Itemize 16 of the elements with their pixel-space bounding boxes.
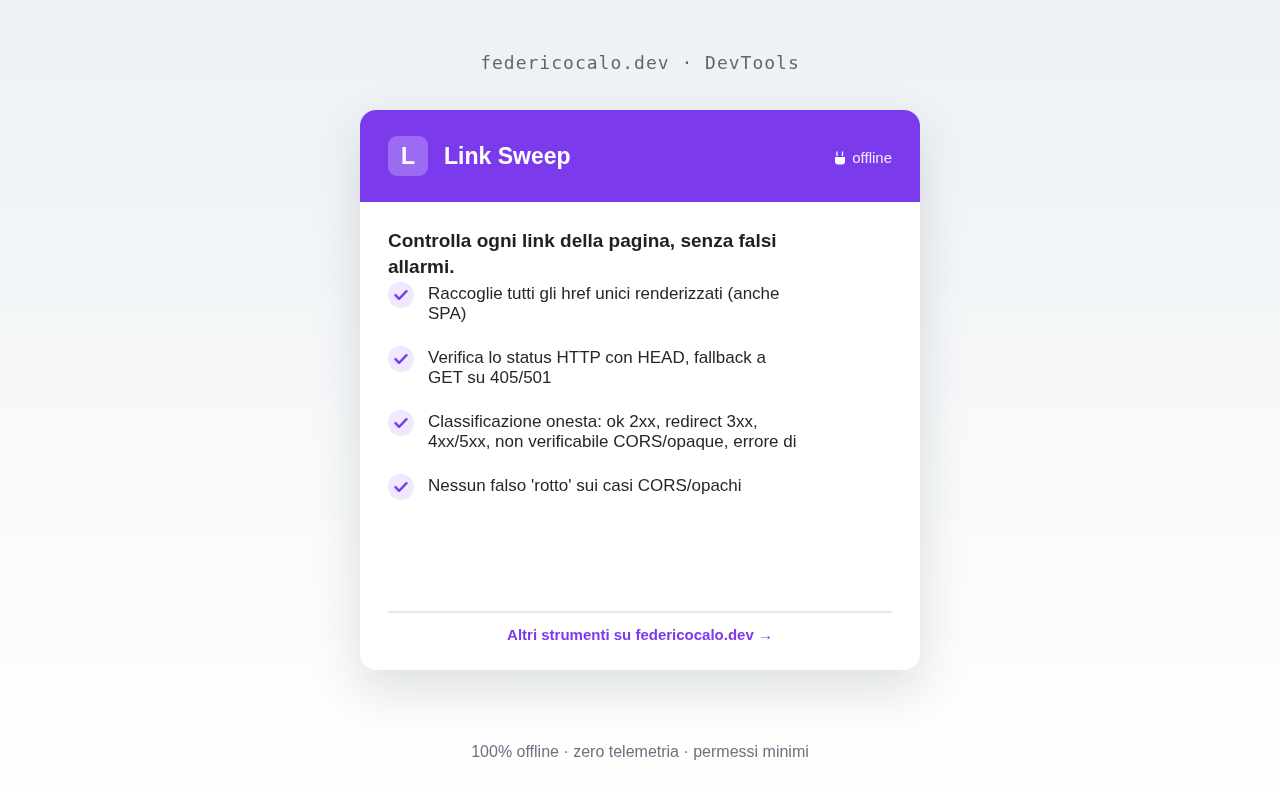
site-label: federicocalo.dev · DevTools bbox=[480, 52, 800, 74]
feature-text: Nessun falso 'rotto' sui casi CORS/opachi bbox=[428, 475, 743, 496]
tool-title: Link Sweep bbox=[444, 142, 571, 170]
tools-link[interactable]: Altri strumenti su federicocalo.dev → bbox=[507, 624, 773, 646]
plug-icon bbox=[834, 150, 847, 166]
status-label: offline bbox=[852, 149, 892, 167]
check-icon bbox=[388, 346, 414, 372]
logo-tile: L bbox=[388, 136, 428, 176]
headline: Controlla ogni link della pagina, senza falsi allarmi. bbox=[388, 229, 778, 279]
check-icon bbox=[388, 410, 414, 436]
footer-note: 100% offline · zero telemetria · permessi minimi bbox=[471, 742, 809, 762]
feature-text: Classificazione onesta: ok 2xx, redirect 3xx, 4xx/5xx, non verificabile CORS/opaque, errore di bbox=[428, 411, 798, 452]
feature-text: Raccoglie tutti gli href unici renderizzati (anche SPA) bbox=[428, 283, 781, 324]
check-icon bbox=[388, 474, 414, 500]
check-icon bbox=[388, 282, 414, 308]
feature-text: Verifica lo status HTTP con HEAD, fallback a GET su 405/501 bbox=[428, 347, 767, 388]
